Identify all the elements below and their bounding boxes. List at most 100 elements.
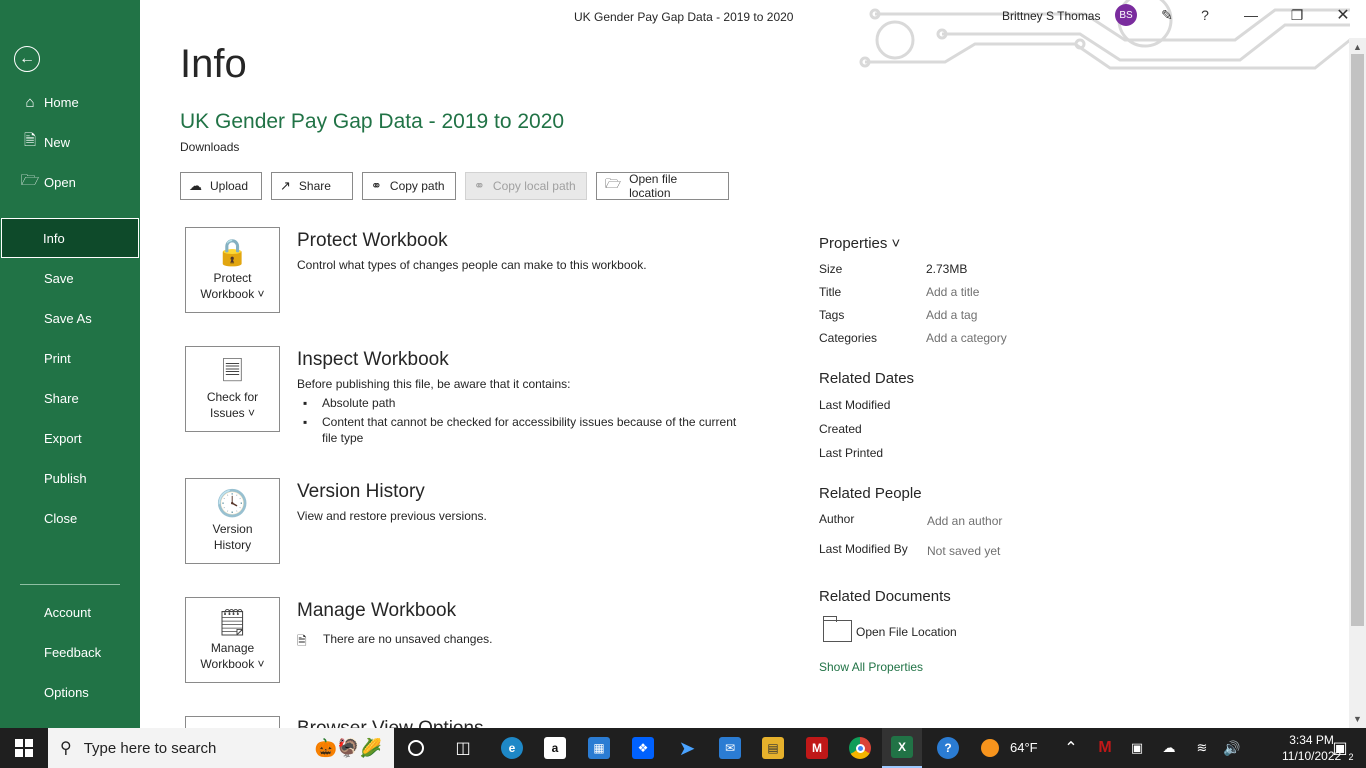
show-all-properties-link[interactable]: Show All Properties (819, 660, 923, 674)
edge-logo: e (501, 737, 523, 759)
nav-home[interactable]: ⌂ Home (0, 82, 140, 122)
inspect-workbook-desc: Before publishing this file, be aware th… (297, 377, 571, 391)
store-logo: ▦ (588, 737, 610, 759)
bullet-icon: ▪ (303, 415, 308, 429)
link-icon: ⚭ (371, 178, 382, 193)
share-label: Share (298, 179, 331, 193)
thanksgiving-decor-icon: 🎃🦃🌽 (314, 737, 382, 758)
properties-heading[interactable]: Properties ˅ (819, 235, 900, 252)
copy-path-button[interactable]: ⚭ Copy path (362, 172, 456, 200)
check-for-issues-button[interactable]: 🗏 Check for Issues ˅ (185, 346, 280, 432)
cortana-ring (408, 740, 424, 756)
nav-close[interactable]: Close (0, 498, 140, 538)
nav-save-label: Save (44, 270, 74, 286)
weather-icon[interactable] (970, 728, 1010, 768)
open-file-location-link[interactable]: Open File Location (856, 625, 957, 639)
user-name[interactable]: Brittney S Thomas (1002, 9, 1100, 23)
weather-temperature[interactable]: 64°F (1010, 740, 1038, 755)
related-people-heading: Related People (819, 485, 922, 502)
manage-document-icon: 🗒 (215, 607, 249, 637)
share-button[interactable]: ↗ Share (271, 172, 353, 200)
upload-icon: ☁ (189, 178, 202, 193)
folder-icon (823, 616, 852, 642)
nav-account[interactable]: Account (0, 592, 140, 632)
excel-icon[interactable]: X (882, 728, 922, 768)
nav-save-as[interactable]: Save As (0, 298, 140, 338)
new-document-icon: 🗎 (23, 131, 37, 149)
volume-icon[interactable]: 🔊 (1215, 728, 1249, 768)
file-explorer-icon[interactable]: ▤ (753, 728, 793, 768)
scroll-thumb[interactable] (1351, 54, 1364, 626)
tags-value[interactable]: Add a tag (926, 308, 977, 322)
inspect-bullet-1: Absolute path (322, 396, 396, 410)
mail-icon[interactable]: ✉ (710, 728, 750, 768)
manage-button-line1: Manage (210, 641, 255, 655)
manage-button-line2: Workbook ˅ (200, 657, 265, 671)
tray-chevron-up-icon[interactable]: ⌃ (1053, 728, 1089, 768)
version-history-button[interactable]: 🕓 Version History (185, 478, 280, 564)
nav-save[interactable]: Save (0, 258, 140, 298)
home-icon: ⌂ (25, 93, 35, 111)
mail-logo: ✉ (719, 737, 741, 759)
taskbar-search-box[interactable]: ⚲ Type here to search 🎃🦃🌽 (48, 728, 394, 768)
protect-workbook-button[interactable]: 🔒 Protect Workbook ˅ (185, 227, 280, 313)
nav-open-label: Open (44, 174, 76, 190)
nav-options[interactable]: Options (0, 672, 140, 712)
close-icon[interactable]: ✕ (1331, 4, 1355, 26)
author-label: Author (819, 512, 855, 526)
nav-share[interactable]: Share (0, 378, 140, 418)
nav-open[interactable]: 🗁 Open (0, 162, 140, 202)
dropbox-logo: ❖ (632, 737, 654, 759)
link-icon: ⚭ (474, 178, 485, 193)
mcafee-logo: M (806, 737, 828, 759)
upload-button[interactable]: ☁ Upload (180, 172, 262, 200)
browser-view-options-button[interactable] (185, 716, 280, 728)
created-label: Created (819, 422, 862, 436)
dropbox-icon[interactable]: ❖ (623, 728, 663, 768)
coauthor-icon[interactable]: ✎ (1155, 4, 1179, 26)
avatar[interactable]: BS (1115, 4, 1137, 26)
power-automate-icon[interactable]: ➤ (667, 728, 707, 768)
scroll-down-icon[interactable]: ▼ (1349, 712, 1366, 726)
nav-info[interactable]: Info (1, 218, 139, 258)
restore-icon[interactable]: ❐ (1285, 4, 1309, 26)
nav-export[interactable]: Export (0, 418, 140, 458)
nav-feedback[interactable]: Feedback (0, 632, 140, 672)
document-location[interactable]: Downloads (180, 140, 239, 154)
upload-label: Upload (210, 179, 249, 193)
mcafee-tray-icon[interactable]: M (1088, 728, 1122, 768)
edge-icon[interactable]: e (492, 728, 532, 768)
mcafee-icon[interactable]: M (797, 728, 837, 768)
nav-print[interactable]: Print (0, 338, 140, 378)
scroll-up-icon[interactable]: ▲ (1349, 40, 1366, 54)
help-app-icon[interactable]: ? (928, 728, 968, 768)
chrome-icon[interactable] (840, 728, 880, 768)
help-app-logo: ? (937, 737, 959, 759)
windows-start-icon[interactable] (0, 728, 48, 768)
meet-now-icon[interactable]: ▣ (1120, 728, 1154, 768)
open-file-location-button[interactable]: 🗁 Open file location (596, 172, 729, 200)
browser-view-title-clip: Browser View Options (297, 716, 597, 728)
author-value[interactable]: Add an author (927, 514, 1002, 528)
last-printed-label: Last Printed (819, 446, 884, 460)
help-icon[interactable]: ? (1193, 4, 1217, 26)
chrome-logo (849, 737, 871, 759)
nav-share-label: Share (44, 390, 79, 406)
amazon-icon[interactable]: a (535, 728, 575, 768)
nav-print-label: Print (44, 350, 71, 366)
nav-new[interactable]: 🗎 New (0, 122, 140, 162)
manage-workbook-button[interactable]: 🗒 Manage Workbook ˅ (185, 597, 280, 683)
protect-workbook-title: Protect Workbook (297, 230, 448, 251)
onedrive-icon[interactable]: ☁ (1152, 728, 1186, 768)
nav-publish[interactable]: Publish (0, 458, 140, 498)
copy-local-path-button[interactable]: ⚭ Copy local path (465, 172, 587, 200)
task-view-icon[interactable]: ◫ (443, 728, 483, 768)
categories-value[interactable]: Add a category (926, 331, 1007, 345)
cortana-icon[interactable] (396, 728, 436, 768)
title-value[interactable]: Add a title (926, 285, 979, 299)
back-arrow-icon[interactable]: ← (14, 46, 40, 72)
notification-icon[interactable]: ▣ 2 (1322, 728, 1358, 768)
network-icon[interactable]: ≋ (1185, 728, 1219, 768)
minimize-icon[interactable]: — (1239, 4, 1263, 26)
store-icon[interactable]: ▦ (579, 728, 619, 768)
